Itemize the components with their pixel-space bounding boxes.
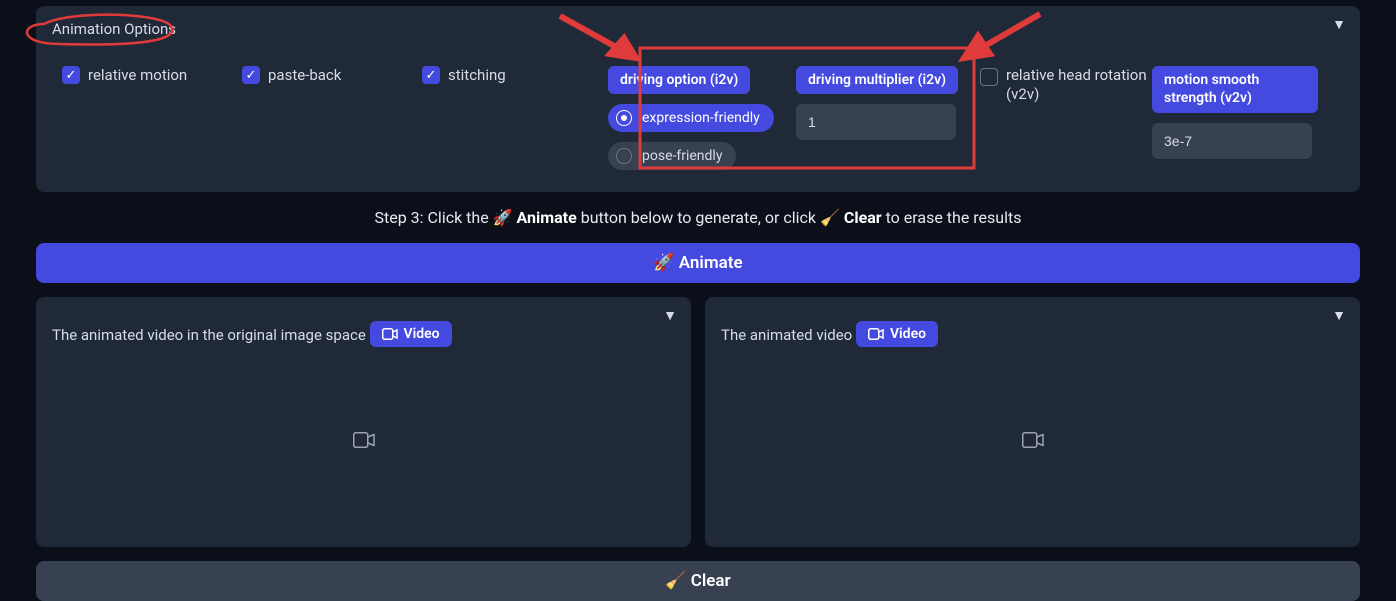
collapse-icon[interactable]: ▼ [1332, 16, 1346, 33]
video-right-title: The animated video [721, 326, 852, 344]
step3-instruction: Step 3: Click the 🚀 Animate button below… [36, 208, 1360, 227]
stitching-checkbox[interactable]: ✓ stitching [422, 66, 608, 84]
video-panel-original-space: The animated video in the original image… [36, 297, 691, 547]
options-row: ✓ relative motion ✓ paste-back ✓ stitchi… [52, 66, 1344, 170]
paste-back-checkbox[interactable]: ✓ paste-back [242, 66, 422, 84]
radio-selected-icon [616, 110, 632, 126]
step3-clear-word: Clear [844, 208, 882, 227]
paste-back-label: paste-back [268, 66, 341, 84]
video-pill-left-label: Video [404, 326, 440, 342]
driving-option-pose-label: pose-friendly [642, 148, 722, 164]
video-pill-right: Video [856, 321, 938, 347]
driving-option-expression-friendly[interactable]: expression-friendly [608, 104, 774, 132]
step3-suffix: to erase the results [882, 208, 1022, 227]
checkmark-icon: ✓ [62, 66, 80, 84]
animation-options-panel: Animation Options ▼ ✓ relative motion ✓ … [36, 6, 1360, 192]
driving-option-pose-friendly[interactable]: pose-friendly [608, 142, 736, 170]
checkmark-icon: ✓ [422, 66, 440, 84]
stitching-label: stitching [448, 66, 506, 84]
relative-head-rotation-checkbox[interactable]: relative head rotation (v2v) [980, 66, 1148, 104]
driving-option-chip: driving option (i2v) [608, 66, 750, 94]
video-pill-left: Video [370, 321, 452, 347]
step3-prefix: Step 3: Click the 🚀 [375, 208, 517, 227]
relative-motion-label: relative motion [88, 66, 187, 84]
animate-button[interactable]: 🚀 Animate [36, 243, 1360, 283]
collapse-icon[interactable]: ▼ [663, 307, 677, 324]
step3-animate-word: Animate [517, 208, 577, 227]
motion-smooth-chip: motion smooth strength (v2v) [1152, 66, 1318, 113]
motion-smooth-input[interactable] [1152, 123, 1312, 159]
step3-mid: button below to generate, or click 🧹 [577, 208, 844, 227]
video-camera-icon [382, 328, 398, 340]
checkmark-icon: ✓ [242, 66, 260, 84]
relative-motion-checkbox[interactable]: ✓ relative motion [62, 66, 242, 84]
driving-option-group: driving option (i2v) expression-friendly… [608, 66, 792, 170]
collapse-icon[interactable]: ▼ [1332, 307, 1346, 324]
driving-multiplier-chip: driving multiplier (i2v) [796, 66, 958, 94]
driving-multiplier-input[interactable] [796, 104, 956, 140]
checkbox-empty-icon [980, 68, 998, 86]
animation-options-title: Animation Options [52, 20, 176, 38]
clear-button[interactable]: 🧹 Clear [36, 561, 1360, 601]
video-left-title: The animated video in the original image… [52, 326, 366, 344]
motion-smooth-group: motion smooth strength (v2v) [1152, 66, 1318, 159]
video-camera-icon [868, 328, 884, 340]
relative-head-rotation-label: relative head rotation (v2v) [1006, 66, 1148, 104]
radio-unselected-icon [616, 148, 632, 164]
driving-multiplier-group: driving multiplier (i2v) [796, 66, 976, 140]
driving-option-expression-label: expression-friendly [642, 110, 760, 126]
video-placeholder-icon [353, 432, 375, 452]
video-pill-right-label: Video [890, 326, 926, 342]
video-panels-row: The animated video in the original image… [36, 297, 1360, 547]
video-placeholder-icon [1022, 432, 1044, 452]
video-panel-animated: The animated video ▼ Video [705, 297, 1360, 547]
